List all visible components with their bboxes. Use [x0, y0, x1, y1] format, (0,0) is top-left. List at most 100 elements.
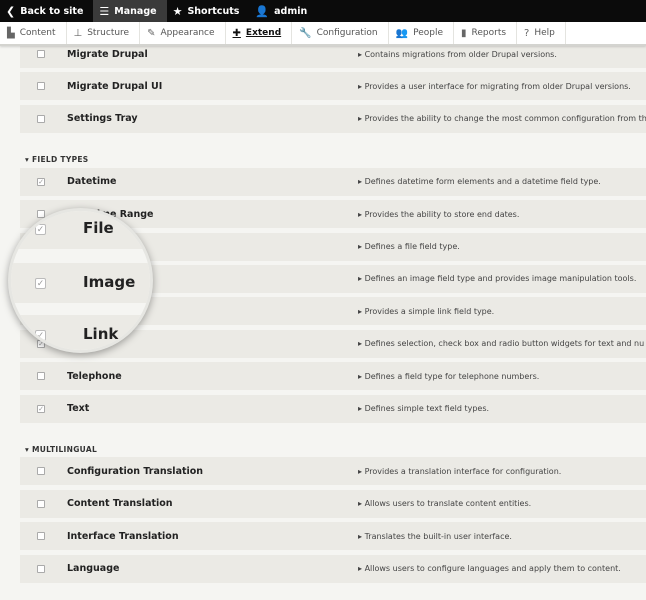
module-name[interactable]: Configuration Translation — [67, 466, 203, 477]
document-icon: ▙ — [7, 27, 15, 39]
description-text: Provides a simple link field type. — [364, 306, 495, 316]
module-checkbox: ✓ — [35, 278, 46, 289]
module-name[interactable]: Content Translation — [67, 498, 173, 509]
admin-menu: ▙ Content ⊥ Structure ✎ Appearance ✚ Extend 🔧 Con… — [0, 22, 646, 46]
star-icon: ★ — [172, 4, 183, 18]
description-text: Defines a field type for telephone numbe… — [364, 371, 540, 381]
admin-toolbar: ❮ Back to site ☰ Manage ★ Shortcuts 👤 admin — [0, 0, 646, 22]
module-name[interactable]: Migrate Drupal — [67, 49, 148, 60]
module-name[interactable]: Datetime — [67, 176, 116, 187]
module-checkbox[interactable] — [37, 564, 45, 573]
tab-label: Extend — [245, 28, 282, 38]
magnified-row: ✓ Link — [11, 315, 150, 350]
toolbar-admin[interactable]: 👤 admin — [249, 0, 317, 22]
tab-appearance[interactable]: ✎ Appearance — [140, 22, 226, 44]
module-description[interactable]: ▸ Defines simple text field types. — [358, 404, 489, 413]
module-name[interactable]: Migrate Drupal UI — [67, 81, 162, 92]
module-description[interactable]: ▸ Provides a user interface for migratin… — [358, 82, 631, 91]
paint-icon: ✎ — [147, 27, 156, 39]
tab-configuration[interactable]: 🔧 Configuration — [292, 22, 389, 44]
tab-label: Appearance — [160, 28, 215, 38]
module-description[interactable]: ▸ Allows users to configure languages an… — [358, 564, 621, 573]
module-description[interactable]: ▸ Defines datetime form elements and a d… — [358, 177, 601, 186]
tab-extend[interactable]: ✚ Extend — [226, 22, 293, 44]
module-row: ✓ Text ▸ Defines simple text field types. — [20, 394, 646, 423]
module-checkbox[interactable] — [37, 114, 45, 123]
wrench-icon: 🔧 — [299, 27, 312, 39]
module-row: Interface Translation ▸ Translates the bu… — [20, 522, 646, 551]
section-title: ▾ MULTILINGUAL — [25, 444, 98, 454]
description-text: Defines datetime form elements and a dat… — [364, 177, 601, 187]
module-name: Link — [83, 325, 119, 343]
module-checkbox[interactable] — [37, 372, 45, 381]
module-name: Image — [83, 273, 136, 291]
description-text: Provides the ability to store end dates. — [364, 209, 520, 219]
description-text: Provides a user interface for migrating … — [364, 81, 631, 91]
toolbar-label: Manage — [114, 5, 157, 17]
tab-structure[interactable]: ⊥ Structure — [67, 22, 141, 44]
toolbar-back-to-site[interactable]: ❮ Back to site — [0, 0, 93, 22]
module-row: ✓ Datetime ▸ Defines datetime form element… — [20, 167, 646, 196]
tab-reports[interactable]: ▮ Reports — [454, 22, 518, 44]
module-description[interactable]: ▸ Provides the ability to change the mos… — [358, 114, 646, 123]
description-text: Translates the built-in user interface. — [364, 531, 512, 541]
module-description[interactable]: ▸ Provides a simple link field type. — [358, 307, 494, 316]
section-header-field_types[interactable]: ▾ FIELD TYPES — [20, 137, 646, 168]
module-description[interactable]: ▸ Provides the ability to store end date… — [358, 210, 519, 219]
description-text: Allows users to translate content entiti… — [364, 499, 532, 509]
module-checkbox[interactable] — [37, 82, 45, 91]
module-description[interactable]: ▸ Allows users to translate content enti… — [358, 499, 531, 508]
tab-label: Content — [19, 28, 56, 38]
description-text: Defines simple text field types. — [364, 404, 490, 413]
module-checkbox[interactable] — [37, 499, 45, 508]
toolbar-label: admin — [274, 5, 308, 17]
module-row: Language ▸ Allows users to configure lang… — [20, 554, 646, 583]
description-text: Defines selection, check box and radio b… — [364, 339, 645, 349]
module-description[interactable]: ▸ Defines an image field type and provid… — [358, 274, 636, 283]
module-description[interactable]: ▸ Translates the built-in user interface… — [358, 532, 512, 541]
hierarchy-icon: ⊥ — [73, 27, 83, 39]
tab-label: Help — [534, 28, 555, 38]
tab-label: Reports — [471, 28, 507, 38]
module-name[interactable]: Telephone — [67, 371, 122, 382]
module-description[interactable]: ▸ Defines selection, check box and radio… — [358, 339, 644, 348]
puzzle-icon: ✚ — [232, 27, 241, 39]
module-description[interactable]: ▸ Defines a file field type. — [358, 242, 460, 251]
module-checkbox[interactable]: ✓ — [37, 404, 45, 413]
description-text: Contains migrations from older Drupal ve… — [364, 49, 557, 59]
section-title: ▾ FIELD TYPES — [25, 155, 89, 165]
section-header-multilingual[interactable]: ▾ MULTILINGUAL — [20, 427, 646, 458]
module-checkbox: ✓ — [35, 224, 46, 235]
module-description[interactable]: ▸ Defines a field type for telephone num… — [358, 372, 539, 381]
module-row: Settings Tray ▸ Provides the ability to c… — [20, 104, 646, 133]
user-icon: 👤 — [255, 4, 270, 18]
module-name[interactable]: Text — [67, 403, 89, 414]
module-description[interactable]: ▸ Contains migrations from older Drupal … — [358, 50, 557, 59]
module-checkbox[interactable]: ✓ — [37, 177, 45, 186]
toolbar-shortcuts[interactable]: ★ Shortcuts — [167, 0, 250, 22]
bar-chart-icon: ▮ — [461, 27, 467, 39]
module-name[interactable]: Language — [67, 563, 119, 574]
module-name[interactable]: Interface Translation — [67, 531, 179, 542]
module-name[interactable]: Settings Tray — [67, 113, 138, 124]
tab-people[interactable]: 👥 People — [389, 22, 454, 44]
module-row: Content Translation ▸ Allows users to tra… — [20, 489, 646, 518]
tab-help[interactable]: ? Help — [517, 22, 566, 44]
people-icon: 👥 — [395, 27, 409, 39]
toolbar-manage[interactable]: ☰ Manage — [93, 0, 167, 22]
module-row: Migrate Drupal UI ▸ Provides a user inter… — [20, 72, 646, 101]
tab-content[interactable]: ▙ Content — [0, 22, 67, 44]
description-text: Defines a file field type. — [364, 242, 460, 252]
module-checkbox[interactable] — [37, 467, 45, 476]
magnified-row: ✓ File — [11, 211, 150, 249]
module-checkbox[interactable] — [37, 532, 45, 541]
description-text: Defines an image field type and provides… — [364, 274, 637, 284]
tab-label: Configuration — [316, 28, 378, 38]
section-title-text: MULTILINGUAL — [31, 444, 98, 454]
module-description[interactable]: ▸ Provides a translation interface for c… — [358, 467, 561, 476]
magnifier-overlay: ✓ File ✓ Image ✓ Link — [8, 208, 153, 353]
module-checkbox[interactable] — [37, 50, 45, 58]
magnified-row: ✓ Image — [11, 263, 150, 303]
toolbar-label: Back to site — [20, 5, 84, 17]
section-title-text: FIELD TYPES — [31, 155, 89, 165]
